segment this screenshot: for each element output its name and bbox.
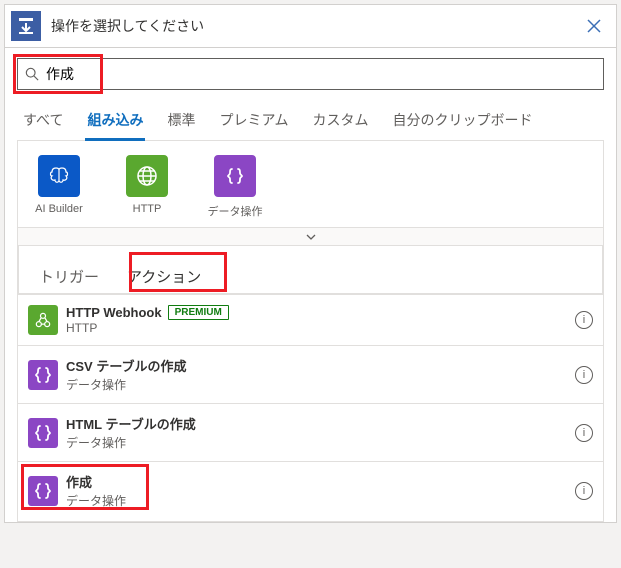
connector-label: HTTP [133,203,162,215]
braces-icon [28,418,58,448]
panel-header: 操作を選択してください [5,5,616,48]
action-title: HTML テーブルの作成 [66,414,575,433]
search-icon [18,67,46,81]
info-icon[interactable]: i [575,366,593,384]
category-tab[interactable]: すべて [21,104,65,140]
action-subtitle: データ操作 [66,492,575,509]
header-icon [11,11,41,41]
info-icon[interactable]: i [575,424,593,442]
globe-icon [126,155,168,197]
actions-list: HTTP WebhookPREMIUMHTTPiCSV テーブルの作成データ操作… [18,294,603,519]
category-tab[interactable]: 自分のクリップボード [391,104,535,140]
action-text: CSV テーブルの作成データ操作 [66,356,575,393]
braces-icon [214,155,256,197]
action-title: 作成 [66,472,575,491]
connector-label: データ操作 [208,203,263,219]
action-subtitle: HTTP [66,321,575,335]
connector-label: AI Builder [35,203,83,215]
panel-title: 操作を選択してください [51,16,582,36]
chevron-down-icon [305,231,317,243]
category-tab[interactable]: 標準 [165,104,197,140]
action-item[interactable]: CSV テーブルの作成データ操作i [18,345,603,403]
connector-tile[interactable]: AI Builder [28,155,90,219]
action-picker-panel: 操作を選択してください すべて組み込み標準プレミアムカスタム自分のクリップボード… [4,4,617,523]
webhook-icon [28,305,58,335]
premium-badge: PREMIUM [168,305,229,320]
action-item[interactable]: HTTP WebhookPREMIUMHTTPi [18,294,603,345]
action-title: CSV テーブルの作成 [66,356,575,375]
brain-icon [38,155,80,197]
connector-tile[interactable]: データ操作 [204,155,266,219]
search-input[interactable] [46,66,603,82]
collapse-bar[interactable] [17,228,604,246]
actions-section: トリガー アクション HTTP WebhookPREMIUMHTTPiCSV テ… [17,246,604,522]
subtab-actions[interactable]: アクション [113,260,215,293]
category-tabs: すべて組み込み標準プレミアムカスタム自分のクリップボード [17,104,604,141]
action-subtitle: データ操作 [66,376,575,393]
action-item[interactable]: 作成データ操作i [18,461,603,519]
action-text: HTML テーブルの作成データ操作 [66,414,575,451]
action-item[interactable]: HTML テーブルの作成データ操作i [18,403,603,461]
category-tab[interactable]: プレミアム [217,104,290,140]
info-icon[interactable]: i [575,482,593,500]
panel-body: すべて組み込み標準プレミアムカスタム自分のクリップボード AI Builder H… [5,48,616,522]
search-box[interactable] [17,58,604,90]
search-area [17,58,604,90]
action-subtitle: データ操作 [66,434,575,451]
close-button[interactable] [582,14,606,38]
action-text: HTTP WebhookPREMIUMHTTP [66,305,575,335]
action-title: HTTP WebhookPREMIUM [66,305,575,320]
category-tab[interactable]: 組み込み [85,104,145,140]
braces-icon [28,360,58,390]
info-icon[interactable]: i [575,311,593,329]
braces-icon [28,476,58,506]
subtab-triggers[interactable]: トリガー [25,260,113,293]
category-tab[interactable]: カスタム [311,104,371,140]
connector-tile[interactable]: HTTP [116,155,178,219]
connectors-grid: AI Builder HTTP データ操作 [17,141,604,228]
action-text: 作成データ操作 [66,472,575,509]
subtabs: トリガー アクション [18,246,603,294]
